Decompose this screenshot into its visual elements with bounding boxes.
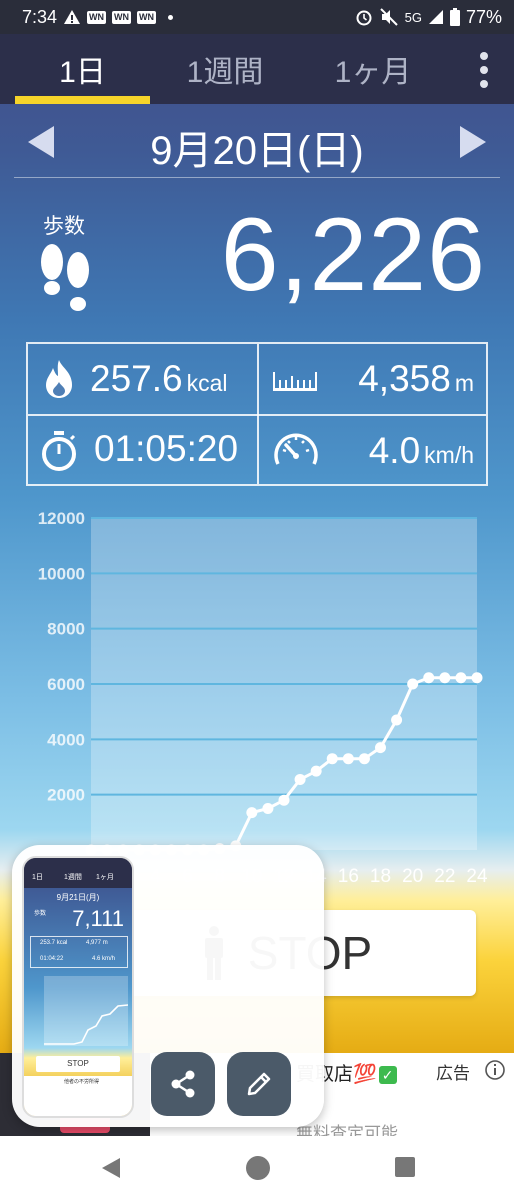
- check-icon: ✓: [378, 1065, 397, 1084]
- screenshot-thumbnail[interactable]: 1日 1週間 1ヶ月 9月21日(月) 歩数 7,111 253.7 kcal …: [22, 856, 134, 1118]
- thumb-chart: [44, 976, 128, 1046]
- speedometer-icon: [274, 433, 318, 465]
- edit-button[interactable]: [227, 1052, 291, 1116]
- x-tick-label: 22: [434, 866, 455, 887]
- thumb-duration: 01:04:22: [40, 956, 64, 962]
- overflow-menu-icon[interactable]: [476, 52, 492, 88]
- thumb-tab-day: 1日: [32, 874, 43, 881]
- thumb-date: 9月21日(月): [56, 893, 100, 902]
- date-label[interactable]: 9月20日(日): [80, 118, 434, 176]
- footprints-icon: [41, 244, 89, 311]
- distance-unit: m: [454, 370, 474, 396]
- battery-percent: 77%: [465, 6, 502, 27]
- battery-icon: [449, 8, 460, 26]
- steps-count: 6,226: [220, 197, 486, 313]
- thumb-steps: 7,111: [72, 906, 124, 931]
- data-point: [455, 672, 467, 684]
- thumb-calories: 253.7 kcal: [40, 940, 68, 946]
- thumb-steps-label: 歩数: [34, 911, 47, 917]
- thumb-ad-text: 他者の不労所得: [64, 1079, 100, 1085]
- data-point: [278, 794, 290, 806]
- pencil-icon: [247, 1072, 271, 1096]
- more-notifications-dot-icon: [168, 14, 174, 20]
- data-point: [326, 753, 338, 765]
- tab-month[interactable]: 1ヶ月: [308, 34, 438, 104]
- y-tick-label: 8000: [47, 620, 85, 639]
- stopwatch-icon: [42, 431, 76, 471]
- data-point: [423, 672, 435, 684]
- thumb-distance: 4,977 m: [86, 940, 108, 946]
- data-point: [358, 753, 370, 765]
- stats-grid: 257.6 kcal 4,358 m 01:05:20 4.0 km/h: [26, 342, 488, 486]
- y-tick-label: 10000: [38, 564, 85, 583]
- data-point: [391, 714, 403, 726]
- x-tick-label: 18: [370, 866, 391, 887]
- tab-week[interactable]: 1週間: [160, 34, 290, 104]
- network-type: 5G: [404, 9, 422, 25]
- duration-stat: 01:05:20: [94, 428, 238, 470]
- share-icon: [171, 1070, 195, 1098]
- ruler-icon: [273, 372, 317, 391]
- data-point: [439, 672, 451, 684]
- tab-day[interactable]: 1日: [15, 34, 150, 104]
- data-point: [342, 753, 354, 765]
- notification-badge: WN: [87, 10, 107, 24]
- home-icon[interactable]: [246, 1156, 270, 1180]
- signal-icon: [428, 10, 443, 24]
- steps-label: 歩数: [43, 215, 85, 238]
- data-point: [246, 807, 258, 819]
- period-tabs: 1日 1週間 1ヶ月: [0, 34, 514, 104]
- x-tick-label: 20: [402, 866, 423, 887]
- data-point: [310, 765, 322, 777]
- info-icon[interactable]: [484, 1059, 506, 1081]
- data-point: [262, 803, 274, 814]
- thumb-stop: STOP: [36, 1056, 120, 1072]
- duration-value: 01:05:20: [94, 428, 239, 469]
- thumb-speed: 4.6 km/h: [92, 956, 116, 962]
- divider: [14, 177, 500, 178]
- mute-icon: [379, 8, 398, 26]
- back-icon[interactable]: [98, 1156, 122, 1180]
- distance-stat: 4,358 m: [358, 358, 474, 400]
- notification-badge: WN: [112, 10, 132, 24]
- next-day-arrow-icon[interactable]: [458, 124, 488, 160]
- thumb-tab-week: 1週間: [64, 874, 82, 881]
- y-tick-label: 4000: [47, 730, 85, 749]
- speed-stat: 4.0 km/h: [369, 430, 474, 472]
- calories-unit: kcal: [186, 370, 228, 396]
- x-tick-label: 16: [338, 866, 359, 887]
- data-point: [407, 678, 419, 690]
- thumb-tab-month: 1ヶ月: [96, 874, 114, 881]
- notification-badge: WN: [137, 10, 157, 24]
- system-nav-bar: [0, 1136, 514, 1199]
- recents-icon[interactable]: [395, 1157, 415, 1177]
- speed-unit: km/h: [424, 442, 474, 468]
- x-tick-label: 24: [466, 866, 488, 887]
- share-button[interactable]: [151, 1052, 215, 1116]
- ad-label: 広告: [436, 1064, 470, 1083]
- data-point: [294, 773, 306, 785]
- previous-day-arrow-icon[interactable]: [26, 124, 56, 160]
- status-time: 7:34: [22, 6, 58, 27]
- warning-icon: [64, 10, 81, 24]
- steps-chart: 2000400060008000100001200046810121416182…: [38, 509, 488, 887]
- y-tick-label: 2000: [47, 786, 85, 805]
- speed-value: 4.0: [368, 430, 421, 471]
- date-navigation: 9月20日(日): [0, 104, 514, 178]
- distance-value: 4,358: [358, 358, 451, 399]
- y-tick-label: 12000: [38, 509, 85, 528]
- data-point: [375, 742, 386, 754]
- data-point: [471, 672, 483, 684]
- alarm-icon: [356, 10, 372, 26]
- y-tick-label: 6000: [47, 675, 85, 694]
- calories-value: 257.6: [90, 358, 183, 399]
- flame-icon: [46, 360, 72, 398]
- status-bar: 7:34 WN WN WN 5G 77%: [0, 0, 514, 34]
- calories-stat: 257.6 kcal: [90, 358, 228, 400]
